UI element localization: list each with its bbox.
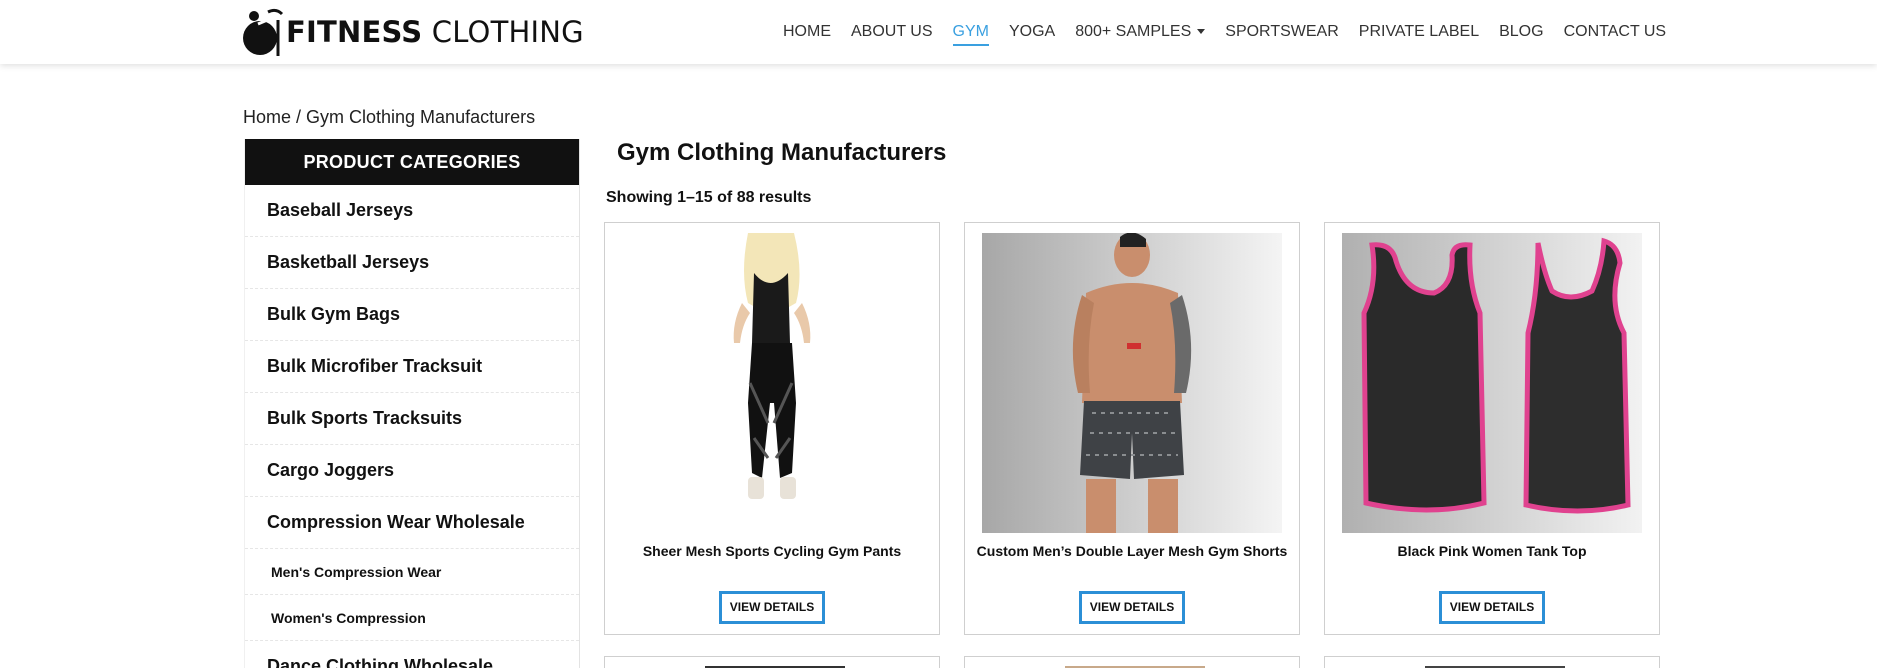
product-card-partial[interactable] xyxy=(964,656,1300,668)
product-name[interactable]: Sheer Mesh Sports Cycling Gym Pants xyxy=(605,543,939,559)
category-basketball-jerseys[interactable]: Basketball Jerseys xyxy=(245,237,579,289)
product-card-partial[interactable] xyxy=(604,656,940,668)
category-compression-wear[interactable]: Compression Wear Wholesale xyxy=(245,497,579,549)
view-details-button[interactable]: VIEW DETAILS xyxy=(1079,591,1185,624)
nav-samples-label: 800+ SAMPLES xyxy=(1075,23,1192,40)
nav-sportswear[interactable]: SPORTSWEAR xyxy=(1225,17,1339,47)
gym-shorts-photo[interactable] xyxy=(982,233,1282,533)
product-card-partial[interactable] xyxy=(1324,656,1660,668)
category-bulk-sports-tracksuits[interactable]: Bulk Sports Tracksuits xyxy=(245,393,579,445)
sidebar-title: PRODUCT CATEGORIES xyxy=(245,139,579,185)
nav-samples-dropdown[interactable]: 800+ SAMPLES xyxy=(1075,17,1206,47)
tank-top-photo[interactable] xyxy=(1342,233,1642,533)
product-card: Custom Men’s Double Layer Mesh Gym Short… xyxy=(964,222,1300,635)
view-details-button[interactable]: VIEW DETAILS xyxy=(1439,591,1545,624)
result-count: Showing 1–15 of 88 results xyxy=(606,189,812,206)
logo-icon xyxy=(242,6,284,58)
category-dance-clothing[interactable]: Dance Clothing Wholesale xyxy=(245,641,579,668)
subcategory-womens-compression[interactable]: Women's Compression xyxy=(245,595,579,641)
category-bulk-gym-bags[interactable]: Bulk Gym Bags xyxy=(245,289,579,341)
product-card: Sheer Mesh Sports Cycling Gym Pants VIEW… xyxy=(604,222,940,635)
site-header: FITNESS CLOTHING HOME ABOUT US GYM YOGA … xyxy=(0,0,1877,64)
category-bulk-microfiber-tracksuit[interactable]: Bulk Microfiber Tracksuit xyxy=(245,341,579,393)
subcategory-mens-compression[interactable]: Men's Compression Wear xyxy=(245,549,579,595)
category-baseball-jerseys[interactable]: Baseball Jerseys xyxy=(245,185,579,237)
nav-gym[interactable]: GYM xyxy=(952,17,990,47)
main-nav: HOME ABOUT US GYM YOGA 800+ SAMPLES SPOR… xyxy=(783,0,1686,64)
product-name[interactable]: Black Pink Women Tank Top xyxy=(1325,543,1659,559)
leggings-photo[interactable] xyxy=(622,233,922,533)
category-cargo-joggers[interactable]: Cargo Joggers xyxy=(245,445,579,497)
product-name[interactable]: Custom Men’s Double Layer Mesh Gym Short… xyxy=(965,543,1299,559)
nav-blog[interactable]: BLOG xyxy=(1499,17,1543,47)
nav-yoga[interactable]: YOGA xyxy=(1009,17,1055,47)
nav-private-label[interactable]: PRIVATE LABEL xyxy=(1359,17,1479,47)
nav-contact-us[interactable]: CONTACT US xyxy=(1564,17,1667,47)
chevron-down-icon xyxy=(1197,29,1206,35)
nav-about-us[interactable]: ABOUT US xyxy=(851,17,933,47)
logo-text-regular: CLOTHING xyxy=(431,15,584,49)
site-logo[interactable]: FITNESS CLOTHING xyxy=(242,6,584,58)
nav-home[interactable]: HOME xyxy=(783,17,831,47)
page-title: Gym Clothing Manufacturers xyxy=(617,139,947,166)
product-card: Black Pink Women Tank Top VIEW DETAILS xyxy=(1324,222,1660,635)
category-sidebar: PRODUCT CATEGORIES Baseball Jerseys Bask… xyxy=(244,139,580,668)
logo-text-bold: FITNESS xyxy=(286,15,423,49)
logo-text: FITNESS CLOTHING xyxy=(286,15,584,49)
view-details-button[interactable]: VIEW DETAILS xyxy=(719,591,825,624)
breadcrumb[interactable]: Home / Gym Clothing Manufacturers xyxy=(243,107,535,128)
